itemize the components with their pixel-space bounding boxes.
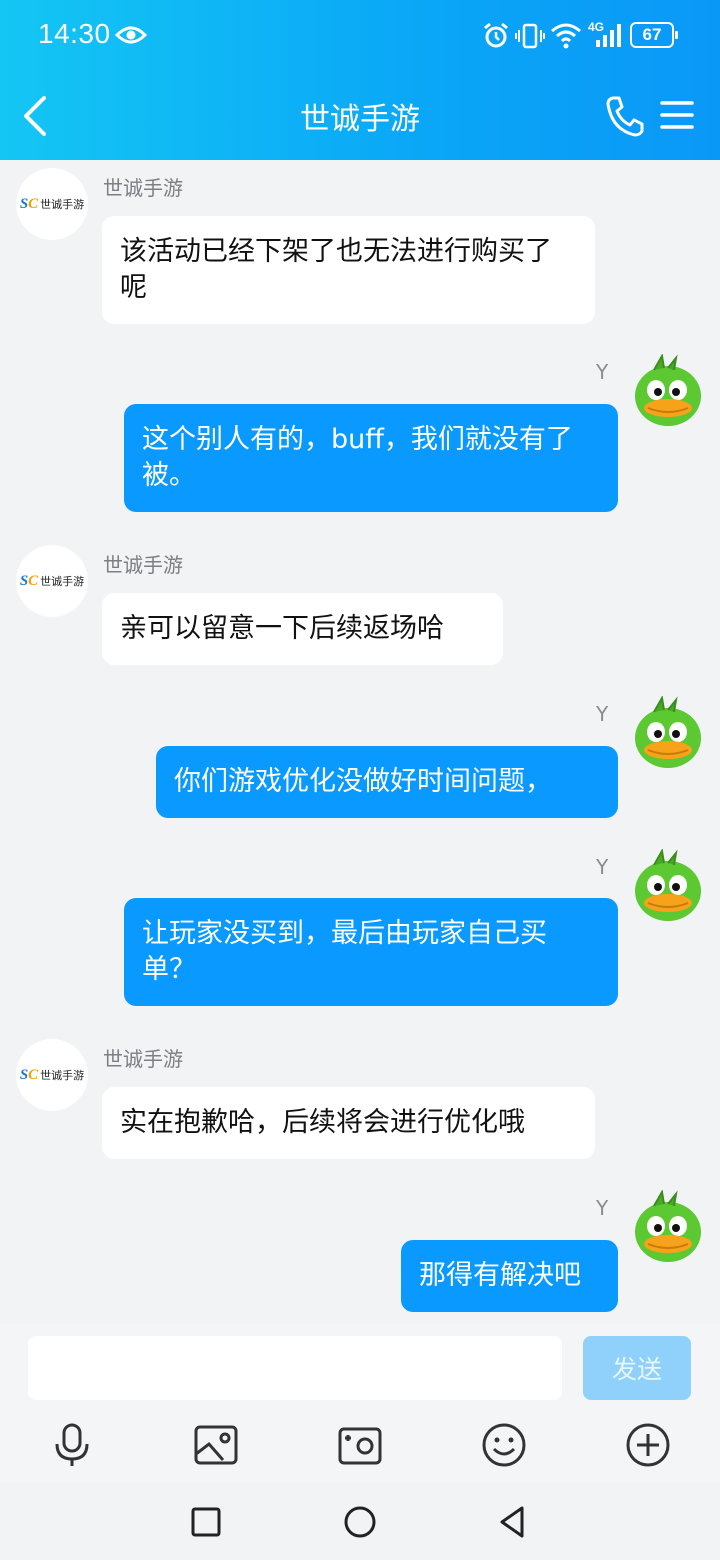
camera-icon[interactable] [337, 1422, 383, 1468]
message-bubble[interactable]: 该活动已经下架了也无法进行购买了呢 [102, 216, 595, 324]
system-navigation-bar [0, 1482, 720, 1560]
input-area: 发送 [0, 1324, 720, 1482]
sender-name: Y [596, 360, 609, 384]
message-bubble[interactable]: 那得有解决吧 [401, 1240, 618, 1312]
message-bubble[interactable]: 这个别人有的，buff，我们就没有了被。 [124, 404, 618, 512]
nav-bar: 世诚手游 [0, 72, 720, 160]
eye-icon [115, 26, 147, 44]
battery-indicator: 67 [630, 22, 678, 48]
phone-icon[interactable] [604, 94, 644, 138]
sender-name: 世诚手游 [103, 176, 183, 200]
avatar-shicheng[interactable]: S C 世诚手游 [16, 168, 88, 240]
sender-name: 世诚手游 [103, 1047, 183, 1071]
duck-avatar-icon[interactable] [628, 849, 708, 927]
shicheng-logo: S C 世诚手游 [19, 195, 85, 212]
microphone-icon[interactable] [49, 1422, 95, 1468]
alarm-icon [484, 22, 508, 48]
recent-apps-icon[interactable] [186, 1502, 226, 1542]
vibrate-icon [515, 23, 545, 49]
avatar-shicheng[interactable]: S C 世诚手游 [16, 1039, 88, 1111]
avatar-shicheng[interactable]: S C 世诚手游 [16, 545, 88, 617]
message-input[interactable] [28, 1336, 562, 1400]
sender-name: Y [596, 702, 609, 726]
menu-icon[interactable] [660, 98, 694, 132]
status-bar: 14:30 4G 67 [0, 0, 720, 72]
message-bubble[interactable]: 你们游戏优化没做好时间问题， [156, 746, 618, 818]
signal-icon [596, 24, 621, 47]
chat-area[interactable]: S C 世诚手游 世诚手游 该活动已经下架了也无法进行购买了呢 Y 这个别人有的，b… [0, 160, 720, 1324]
sender-name: Y [596, 855, 609, 879]
shicheng-logo: S C 世诚手游 [19, 572, 85, 589]
message-bubble[interactable]: 让玩家没买到，最后由玩家自己买单？ [124, 898, 618, 1006]
wifi-icon [551, 23, 581, 49]
emoji-icon[interactable] [481, 1422, 527, 1468]
home-icon[interactable] [340, 1502, 380, 1542]
send-button[interactable]: 发送 [583, 1336, 691, 1400]
sender-name: Y [596, 1196, 609, 1220]
message-bubble[interactable]: 实在抱歉哈，后续将会进行优化哦 [102, 1087, 595, 1159]
app-header: 14:30 4G 67 世诚手游 [0, 0, 720, 160]
message-bubble[interactable]: 亲可以留意一下后续返场哈 [102, 593, 503, 665]
duck-avatar-icon[interactable] [628, 696, 708, 774]
sender-name: 世诚手游 [103, 553, 183, 577]
plus-circle-icon[interactable] [625, 1422, 671, 1468]
duck-avatar-icon[interactable] [628, 1190, 708, 1268]
duck-avatar-icon[interactable] [628, 354, 708, 432]
back-triangle-icon[interactable] [494, 1502, 534, 1542]
shicheng-logo: S C 世诚手游 [19, 1066, 85, 1083]
status-time: 14:30 [38, 18, 111, 49]
image-icon[interactable] [193, 1422, 239, 1468]
